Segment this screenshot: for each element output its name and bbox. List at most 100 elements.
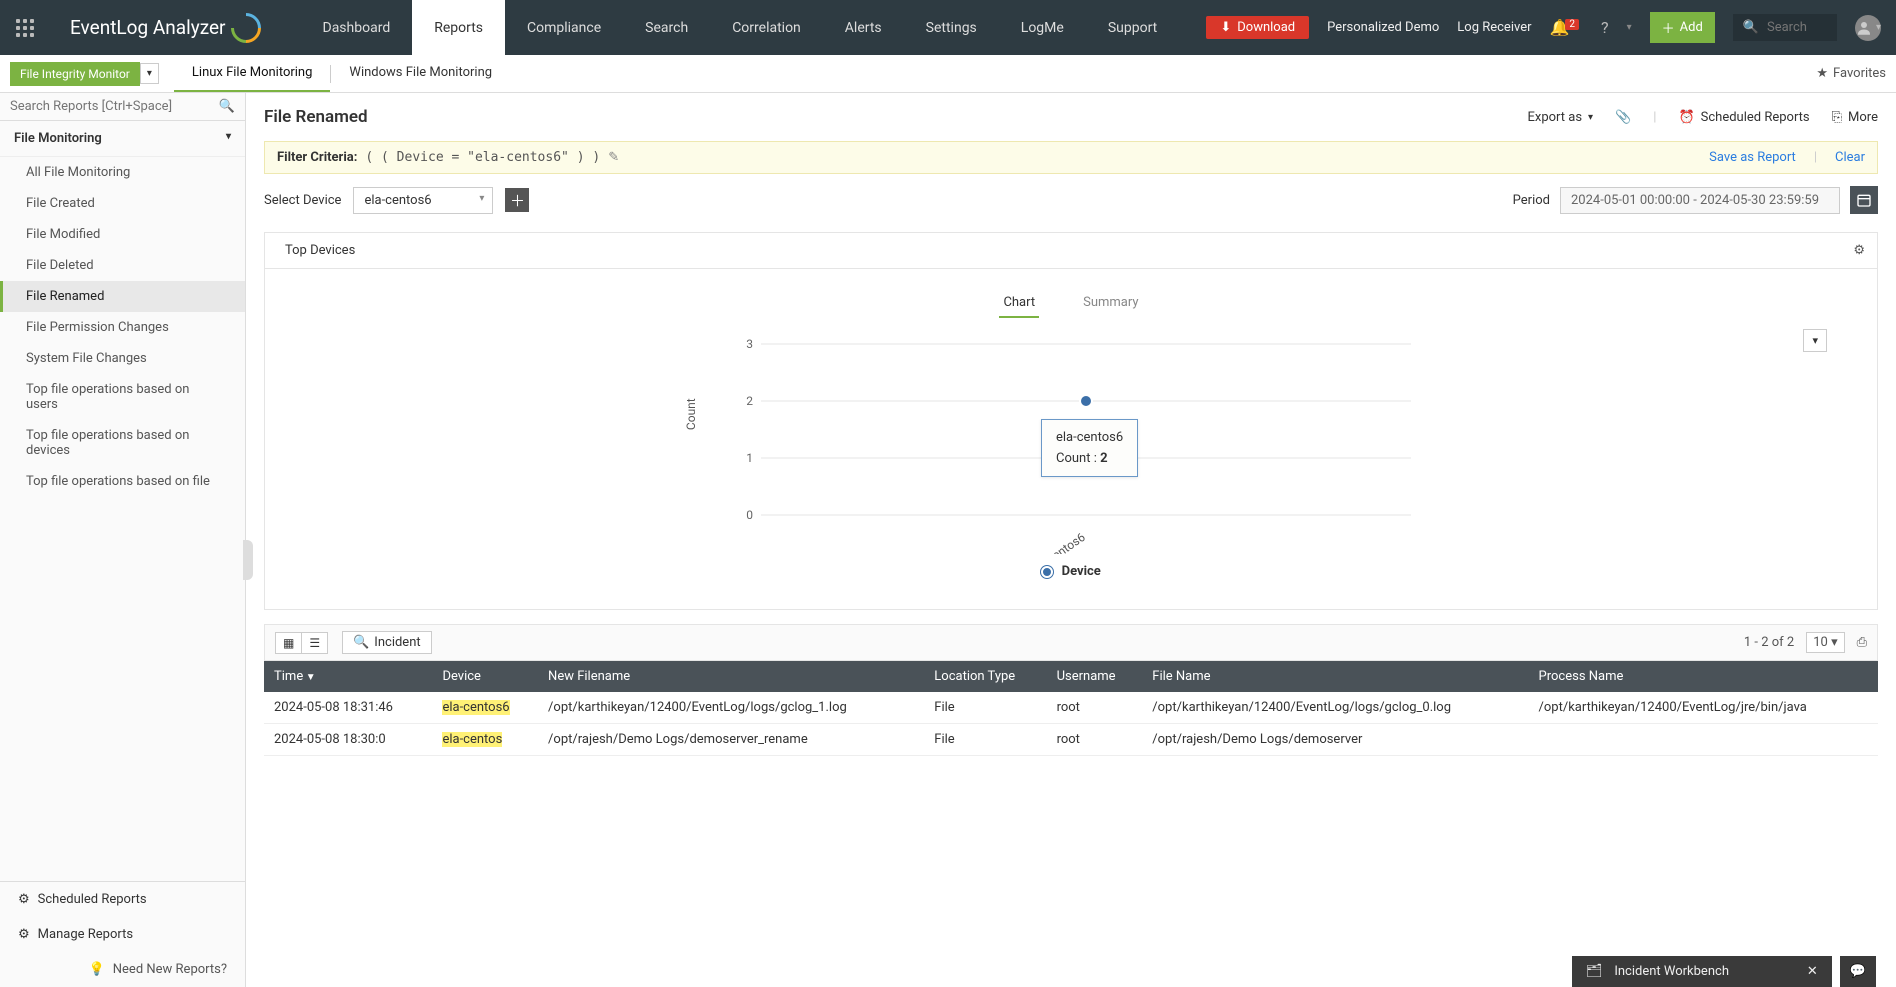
nav-compliance[interactable]: Compliance [505, 0, 623, 55]
add-button[interactable]: ＋Add [1650, 12, 1715, 43]
export-button[interactable]: Export as ▾ [1528, 110, 1594, 125]
select-device-label: Select Device [264, 193, 341, 208]
nav-settings[interactable]: Settings [904, 0, 999, 55]
results-table: Time ▼DeviceNew FilenameLocation TypeUse… [264, 661, 1878, 756]
svg-text:ela-centos6: ela-centos6 [1029, 530, 1088, 554]
nav-logme[interactable]: LogMe [999, 0, 1086, 55]
personalized-demo-link[interactable]: Personalized Demo [1327, 20, 1439, 35]
device-select[interactable]: ela-centos6 [353, 187, 493, 214]
incident-workbench-bar[interactable]: 🗂 Incident Workbench ✕ [1572, 956, 1832, 987]
period-input[interactable]: 2024-05-01 00:00:00 - 2024-05-30 23:59:5… [1560, 187, 1840, 214]
more-button[interactable]: ⎘More [1832, 110, 1878, 125]
workbench-icon: 🗂 [1586, 964, 1603, 979]
y-axis-label: Count [684, 398, 698, 430]
chart-panel: Top Devices ⚙ Chart Summary ▾ Count [264, 232, 1878, 610]
main-nav: DashboardReportsComplianceSearchCorrelat… [301, 0, 1180, 55]
chart-legend: Device [305, 564, 1837, 579]
search-icon: 🔍 [1743, 20, 1759, 35]
panel-tab-top-devices[interactable]: Top Devices [265, 233, 375, 268]
sidebar-item[interactable]: File Modified [0, 219, 245, 250]
sidebar-collapse-handle[interactable] [243, 540, 253, 580]
incident-icon: 🔍 [353, 635, 369, 650]
sidebar-scheduled-reports[interactable]: ⚙Scheduled Reports [0, 882, 245, 917]
table-header[interactable]: Time ▼ [264, 661, 432, 692]
sidebar-item[interactable]: File Permission Changes [0, 312, 245, 343]
list-view-button[interactable]: ☰ [302, 632, 328, 654]
table-row[interactable]: 2024-05-08 18:31:46ela-centos6/opt/karth… [264, 692, 1878, 724]
sidebar-item[interactable]: File Created [0, 188, 245, 219]
nav-dashboard[interactable]: Dashboard [301, 0, 413, 55]
favorites-link[interactable]: ★ Favorites [1816, 66, 1886, 81]
clock-icon: ⏰ [1678, 110, 1694, 125]
need-new-reports[interactable]: 💡Need New Reports? [0, 952, 245, 987]
help-icon[interactable]: ? [1601, 18, 1609, 37]
download-icon: ⬇ [1220, 20, 1231, 35]
table-header[interactable]: Location Type [924, 661, 1046, 692]
gear-icon: ⚙ [18, 927, 30, 942]
table-header[interactable]: Device [432, 661, 538, 692]
table-header[interactable]: Username [1047, 661, 1143, 692]
nav-correlation[interactable]: Correlation [710, 0, 823, 55]
chart-tooltip: ela-centos6 Count : 2 [1041, 419, 1138, 477]
summary-tab[interactable]: Summary [1079, 289, 1142, 318]
sidebar-item[interactable]: File Renamed [0, 281, 245, 312]
edit-filter-icon[interactable]: ✎ [608, 150, 619, 165]
sidebar-group[interactable]: File Monitoring ▾ [0, 121, 245, 157]
download-button[interactable]: ⬇ Download [1206, 16, 1309, 39]
log-receiver-link[interactable]: Log Receiver [1457, 20, 1531, 35]
plus-icon: ＋ [1662, 18, 1675, 37]
global-search[interactable]: 🔍 [1733, 14, 1837, 41]
sidebar: 🔍 File Monitoring ▾ All File MonitoringF… [0, 93, 246, 987]
chat-icon[interactable]: 💬 [1840, 956, 1876, 987]
sidebar-item[interactable]: Top file operations based on file [0, 466, 245, 497]
sidebar-item[interactable]: Top file operations based on users [0, 374, 245, 420]
sidebar-item[interactable]: All File Monitoring [0, 157, 245, 188]
subnav-windows[interactable]: Windows File Monitoring [331, 55, 510, 92]
global-search-input[interactable] [1767, 20, 1827, 35]
chart-tab[interactable]: Chart [999, 289, 1039, 318]
fim-dropdown[interactable]: ▾ [140, 63, 159, 84]
notifications-icon[interactable]: 🔔2 [1550, 18, 1584, 37]
close-icon[interactable]: ✕ [1807, 964, 1818, 979]
table-header[interactable]: New Filename [538, 661, 924, 692]
filter-bar: Filter Criteria: ( ( Device = "ela-cento… [264, 141, 1878, 174]
chart-expand-button[interactable]: ▾ [1803, 329, 1827, 352]
svg-text:1: 1 [746, 451, 753, 465]
subnav-linux[interactable]: Linux File Monitoring [174, 55, 331, 92]
calendar-button[interactable] [1850, 186, 1878, 214]
panel-settings-icon[interactable]: ⚙ [1841, 235, 1877, 266]
apps-icon[interactable] [0, 19, 50, 37]
chart: Count 3 2 1 [721, 324, 1421, 554]
save-as-report-link[interactable]: Save as Report [1709, 150, 1796, 165]
clear-filter-link[interactable]: Clear [1835, 150, 1865, 165]
pin-icon[interactable]: 📎 [1615, 110, 1631, 125]
nav-reports[interactable]: Reports [412, 0, 505, 55]
user-avatar[interactable]: ▾ [1855, 15, 1881, 41]
sidebar-item[interactable]: Top file operations based on devices [0, 420, 245, 466]
add-device-button[interactable]: ＋ [505, 188, 529, 212]
page-size-select[interactable]: 10 ▾ [1806, 632, 1844, 653]
filter-expression: ( ( Device = "ela-centos6" ) ) [365, 150, 600, 165]
chevron-down-icon: ▾ [226, 131, 231, 146]
logo[interactable]: EventLog Analyzer [50, 13, 281, 43]
sidebar-manage-reports[interactable]: ⚙Manage Reports [0, 917, 245, 952]
sidebar-item[interactable]: System File Changes [0, 343, 245, 374]
scheduled-reports-button[interactable]: ⏰Scheduled Reports [1678, 110, 1809, 125]
grid-view-button[interactable]: ▦ [275, 632, 302, 654]
table-header[interactable]: File Name [1142, 661, 1528, 692]
svg-text:3: 3 [746, 337, 753, 351]
nav-support[interactable]: Support [1086, 0, 1179, 55]
nav-alerts[interactable]: Alerts [823, 0, 904, 55]
table-toolbar: ▦ ☰ 🔍 Incident 1 - 2 of 2 10 ▾ ⎙ [264, 624, 1878, 661]
columns-icon[interactable]: ⎙ [1857, 635, 1867, 650]
sidebar-search-input[interactable] [10, 99, 219, 114]
incident-button[interactable]: 🔍 Incident [342, 631, 432, 654]
svg-text:0: 0 [746, 508, 753, 522]
sidebar-item[interactable]: File Deleted [0, 250, 245, 281]
nav-search[interactable]: Search [623, 0, 710, 55]
table-row[interactable]: 2024-05-08 18:30:0ela-centos/opt/rajesh/… [264, 724, 1878, 756]
fim-button[interactable]: File Integrity Monitor [10, 62, 140, 86]
search-icon[interactable]: 🔍 [219, 99, 235, 114]
topbar: EventLog Analyzer DashboardReportsCompli… [0, 0, 1896, 55]
table-header[interactable]: Process Name [1529, 661, 1878, 692]
